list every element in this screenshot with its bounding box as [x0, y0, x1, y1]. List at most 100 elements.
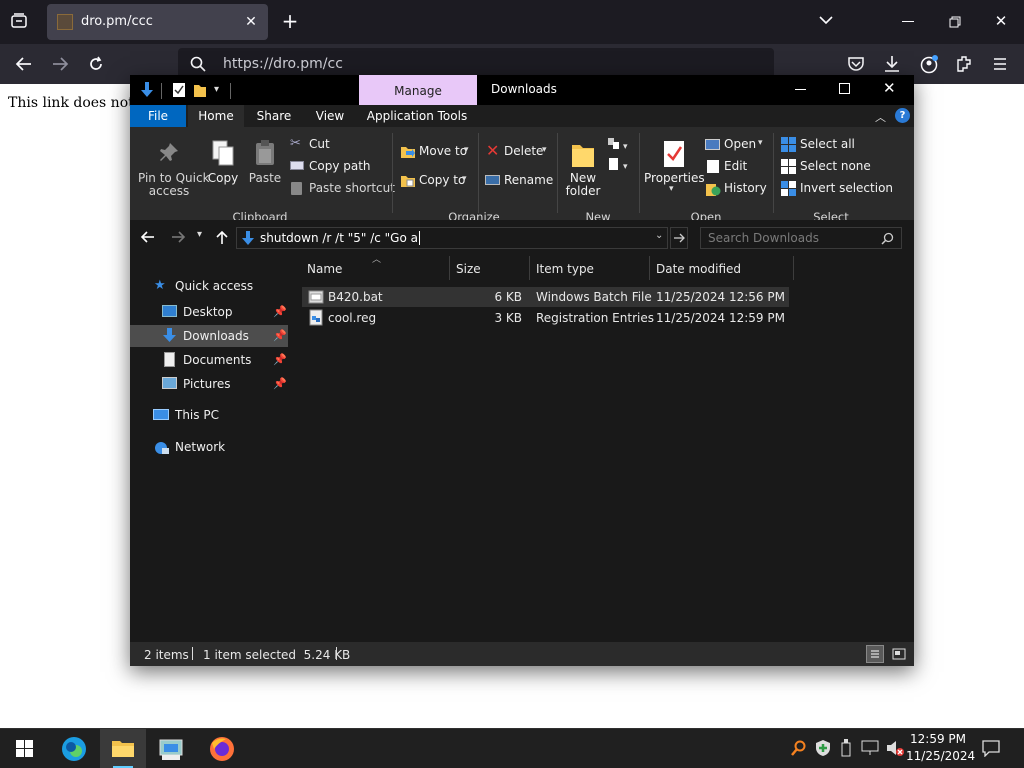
forward-arrow-icon[interactable] — [170, 230, 186, 244]
edit-label: Edit — [724, 159, 748, 173]
downloads-icon[interactable] — [883, 54, 901, 74]
details-view-button[interactable] — [866, 645, 884, 663]
file-row-b420[interactable]: B420.bat 6 KB Windows Batch File 11/25/2… — [302, 287, 789, 307]
file-name: cool.reg — [328, 311, 377, 325]
account-icon[interactable] — [919, 54, 939, 74]
column-item-type[interactable]: Item type — [536, 262, 594, 276]
forward-icon[interactable] — [51, 56, 69, 72]
nav-network[interactable]: Network — [144, 437, 288, 459]
new-folder-button[interactable]: New folder — [562, 137, 604, 199]
ribbon-tabs: File Home Share View Application Tools ︿… — [130, 105, 914, 127]
tab-overview-icon[interactable] — [10, 12, 30, 30]
file-date: 11/25/2024 12:59 PM — [656, 311, 785, 325]
network-app-icon[interactable] — [158, 736, 186, 762]
tab-home[interactable]: Home — [188, 105, 244, 127]
properties-icon — [664, 141, 684, 167]
column-size[interactable]: Size — [456, 262, 481, 276]
scissors-icon: ✂ — [290, 136, 301, 151]
tab-share[interactable]: Share — [256, 105, 292, 127]
nav-this-pc[interactable]: This PC — [144, 405, 288, 427]
clock-time[interactable]: 12:59 PM — [906, 732, 970, 746]
tab-view[interactable]: View — [312, 105, 348, 127]
search-tray-icon[interactable] — [790, 740, 806, 758]
edge-icon[interactable] — [61, 736, 87, 762]
copy-button[interactable]: Copy — [206, 137, 240, 189]
nav-pictures-label: Pictures — [183, 377, 231, 391]
computer-icon — [153, 409, 169, 420]
new-folder-icon — [572, 145, 594, 167]
help-icon[interactable]: ? — [895, 108, 910, 123]
file-explorer-taskbar-button[interactable] — [100, 729, 146, 768]
nav-pictures[interactable]: Pictures 📌 — [130, 373, 288, 395]
pocket-icon[interactable] — [847, 56, 865, 72]
select-none-icon — [781, 159, 796, 174]
clock-date[interactable]: 11/25/2024 — [906, 749, 975, 763]
menu-icon[interactable] — [992, 57, 1008, 71]
new-folder-qat-icon[interactable] — [193, 82, 207, 98]
new-tab-icon[interactable]: + — [279, 11, 301, 31]
manage-label: Manage — [394, 84, 442, 98]
column-date-modified[interactable]: Date modified — [656, 262, 741, 276]
restore-icon[interactable] — [949, 16, 961, 28]
volume-muted-icon[interactable] — [885, 739, 905, 757]
start-icon[interactable] — [16, 740, 33, 757]
network-tray-icon[interactable] — [861, 740, 879, 756]
firefox-icon[interactable] — [208, 735, 236, 763]
back-icon[interactable] — [15, 56, 33, 72]
file-size: 6 KB — [494, 290, 522, 304]
explorer-minimize-icon[interactable] — [795, 89, 806, 90]
recent-locations-icon[interactable]: ▾ — [197, 229, 202, 240]
browser-tab[interactable]: dro.pm/ccc ✕ — [47, 4, 268, 40]
minimize-icon[interactable] — [902, 21, 914, 22]
defender-shield-icon[interactable] — [815, 739, 831, 757]
ribbon-collapse-icon[interactable]: ︿ — [875, 109, 886, 125]
easy-access-button[interactable]: ▾ — [607, 157, 631, 173]
paste-button[interactable]: Paste — [248, 137, 282, 189]
customize-qat-icon[interactable]: ▾ — [214, 84, 219, 95]
go-button[interactable] — [670, 227, 688, 249]
extensions-icon[interactable] — [955, 54, 973, 72]
window-title: Downloads — [491, 82, 557, 96]
downloads-arrow-icon — [139, 81, 155, 99]
nav-this-pc-label: This PC — [175, 408, 219, 422]
file-size: 3 KB — [494, 311, 522, 325]
invert-selection-label: Invert selection — [800, 181, 894, 195]
file-date: 11/25/2024 12:56 PM — [656, 290, 785, 304]
large-icons-view-button[interactable] — [890, 645, 908, 663]
copy-to-label: Copy to — [419, 173, 466, 187]
address-bar[interactable]: shutdown /r /t "5" /c "Go a ⌄ — [236, 227, 668, 249]
pin-label-1: Pin to Quick — [138, 171, 210, 185]
explorer-maximize-icon[interactable] — [839, 83, 850, 94]
column-name[interactable]: Name — [307, 262, 342, 276]
reload-icon[interactable] — [87, 55, 105, 73]
new-item-button[interactable]: ▾ — [607, 137, 631, 153]
explorer-close-icon[interactable]: ✕ — [883, 79, 896, 97]
paste-label: Paste — [248, 171, 282, 185]
up-arrow-icon[interactable] — [215, 229, 229, 245]
svg-text:▾: ▾ — [623, 142, 628, 152]
tab-file[interactable]: File — [130, 105, 186, 127]
browser-close-icon[interactable]: ✕ — [991, 11, 1011, 31]
tab-application-tools[interactable]: Application Tools — [365, 105, 469, 127]
tab-list-icon[interactable] — [818, 14, 834, 26]
search-box[interactable]: Search Downloads — [700, 227, 902, 249]
nav-downloads[interactable]: Downloads 📌 — [130, 325, 288, 347]
properties-qat-icon[interactable] — [172, 82, 186, 98]
back-arrow-icon[interactable] — [140, 230, 156, 244]
pin-quick-access-button[interactable]: Pin to Quick access — [138, 137, 210, 199]
address-dropdown-icon[interactable]: ⌄ — [655, 230, 663, 241]
network-icon — [155, 442, 169, 454]
nav-desktop[interactable]: Desktop 📌 — [130, 301, 288, 323]
copy-icon — [212, 140, 234, 166]
nav-quick-access[interactable]: ★ Quick access — [144, 277, 288, 297]
chevron-down-icon: ▾ — [464, 145, 469, 155]
usb-device-icon[interactable] — [841, 739, 851, 757]
properties-button[interactable]: Properties ▾ — [644, 137, 705, 199]
new-item-icon: ▾ — [608, 138, 628, 152]
file-row-cool-reg[interactable]: cool.reg 3 KB Registration Entries 11/25… — [302, 308, 789, 328]
sort-ascending-icon: ︿ — [372, 255, 382, 265]
paste-shortcut-label: Paste shortcut — [309, 181, 395, 195]
nav-documents[interactable]: Documents 📌 — [130, 349, 288, 371]
notifications-icon[interactable] — [982, 739, 1000, 757]
tab-close-icon[interactable]: ✕ — [241, 12, 261, 32]
